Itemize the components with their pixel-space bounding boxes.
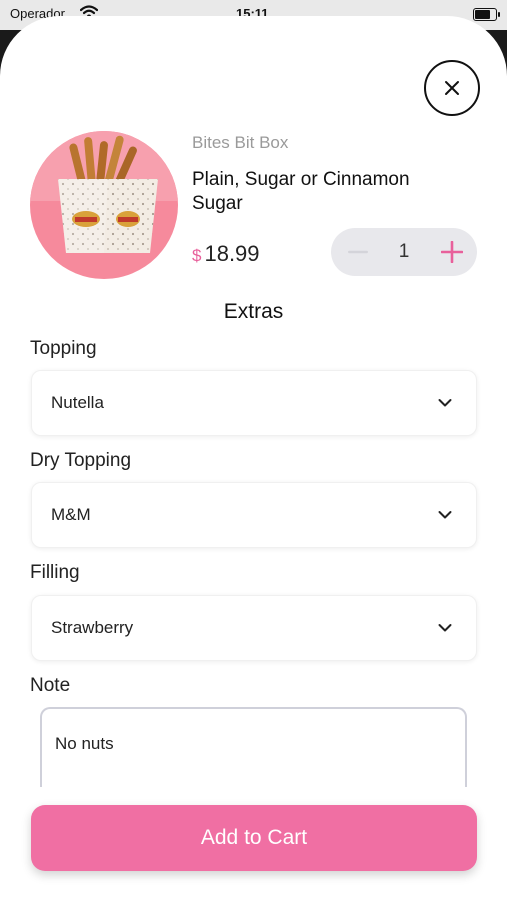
topping-value: Nutella [51, 393, 104, 412]
close-icon [444, 80, 460, 96]
currency-symbol: $ [192, 246, 202, 265]
product-price: $18.99 [192, 241, 260, 267]
extras-heading: Extras [223, 300, 284, 323]
dry-topping-label: Dry Topping [30, 450, 132, 471]
filling-label: Filling [30, 562, 80, 583]
close-button[interactable] [424, 60, 480, 116]
plus-icon [441, 241, 463, 263]
topping-label: Topping [30, 338, 97, 359]
brand-name: Bites Bit Box [192, 133, 289, 152]
product-image [30, 131, 178, 279]
dry-topping-select[interactable]: M&M [31, 482, 477, 548]
quantity-stepper: 1 [331, 228, 477, 276]
filling-value: Strawberry [51, 618, 134, 637]
chevron-down-icon [438, 395, 452, 413]
add-to-cart-button[interactable]: Add to Cart [31, 805, 477, 871]
note-value: No nuts [55, 734, 114, 753]
battery-icon [473, 8, 500, 21]
note-input[interactable]: No nuts [40, 707, 467, 787]
minus-icon [348, 250, 368, 254]
chevron-down-icon [438, 507, 452, 525]
product-name: Plain, Sugar or Cinnamon Sugar [192, 169, 410, 214]
topping-select[interactable]: Nutella [31, 370, 477, 436]
increase-quantity-button[interactable] [437, 228, 467, 276]
note-label: Note [30, 675, 71, 696]
filling-select[interactable]: Strawberry [31, 595, 477, 661]
chevron-down-icon [438, 620, 452, 638]
quantity-value: 1 [398, 241, 410, 262]
dry-topping-value: M&M [51, 505, 91, 524]
decrease-quantity-button[interactable] [343, 228, 373, 276]
price-value: 18.99 [204, 241, 260, 266]
